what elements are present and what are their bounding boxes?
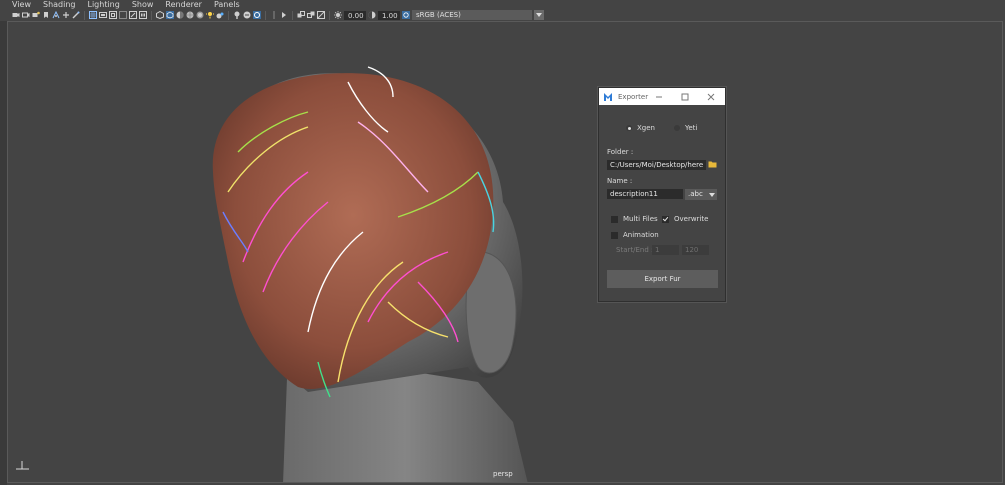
overwrite-checkbox[interactable]: Overwrite <box>662 215 708 223</box>
perspective-viewport[interactable]: persp <box>7 21 1003 483</box>
use-all-lights-icon[interactable] <box>196 11 204 19</box>
close-button[interactable] <box>701 88 721 105</box>
exposure-icon[interactable] <box>334 11 342 19</box>
multi-files-label: Multi Files <box>623 215 658 223</box>
color-management-icon[interactable] <box>402 11 410 19</box>
backface-culling-icon[interactable] <box>307 11 315 19</box>
name-input[interactable]: description11 <box>607 189 683 199</box>
toolbar-separator <box>292 10 293 20</box>
motion-blur-icon[interactable] <box>233 11 241 19</box>
screen-space-ao-icon[interactable] <box>216 11 224 19</box>
yeti-radio[interactable]: Yeti <box>674 124 697 132</box>
menu-shading[interactable]: Shading <box>37 0 82 9</box>
default-material-icon[interactable] <box>176 11 184 19</box>
smooth-shade-icon[interactable] <box>166 11 174 19</box>
viewport-toolbar: 0.00 1.00 sRGB (ACES) <box>0 9 1005 21</box>
folder-browse-icon[interactable] <box>708 160 717 168</box>
close-icon <box>707 93 715 100</box>
gamma-field[interactable]: 1.00 <box>378 10 400 20</box>
camera-name-label: persp <box>493 470 513 478</box>
xgen-radio-indicator[interactable] <box>626 125 632 131</box>
overscan-icon[interactable] <box>129 11 137 19</box>
toolbar-separator <box>84 10 85 20</box>
animation-label: Animation <box>623 231 659 239</box>
maximize-button[interactable] <box>675 88 695 105</box>
menu-panels[interactable]: Panels <box>208 0 246 9</box>
maximize-icon <box>681 93 689 100</box>
colorspace-dropdown[interactable]: sRGB (ACES) <box>412 10 532 20</box>
overwrite-check-indicator[interactable] <box>662 215 669 223</box>
viewport-menubar: View Shading Lighting Show Renderer Pane… <box>0 0 1005 9</box>
menu-show[interactable]: Show <box>126 0 160 9</box>
bookmark-icon[interactable] <box>32 11 40 19</box>
toolbar-separator <box>265 10 266 20</box>
colorspace-value: sRGB (ACES) <box>416 11 461 19</box>
xgen-radio[interactable]: Xgen <box>626 124 655 132</box>
axis-gizmo-icon <box>16 461 29 470</box>
shadows-icon[interactable] <box>206 11 214 19</box>
animation-check-indicator[interactable] <box>611 231 618 239</box>
chevron-down-icon <box>706 189 717 200</box>
field-chart-icon[interactable] <box>99 11 107 19</box>
xgen-radio-label: Xgen <box>637 124 655 132</box>
end-frame-input[interactable]: 120 <box>682 245 709 255</box>
xray-joints-icon[interactable] <box>297 11 305 19</box>
exporter-title: Exporter <box>618 92 649 101</box>
menu-renderer[interactable]: Renderer <box>159 0 208 9</box>
image-plane-icon[interactable] <box>42 11 50 19</box>
grid-icon[interactable] <box>52 11 60 19</box>
exposure-field[interactable]: 0.00 <box>344 10 366 20</box>
extension-dropdown[interactable]: .abc <box>685 189 717 200</box>
hud-icon[interactable] <box>317 11 325 19</box>
depth-of-field-icon[interactable] <box>253 11 261 19</box>
film-gate-icon[interactable] <box>62 11 70 19</box>
left-gutter <box>0 21 7 485</box>
multi-files-checkbox[interactable]: Multi Files <box>611 215 658 223</box>
name-label: Name : <box>607 177 633 185</box>
export-fur-button[interactable]: Export Fur <box>607 270 718 288</box>
extension-value: .abc <box>688 190 703 198</box>
gate-mask-icon[interactable] <box>89 11 97 19</box>
textured-icon[interactable] <box>186 11 194 19</box>
yeti-radio-indicator[interactable] <box>674 125 680 131</box>
maya-logo-icon <box>604 92 612 101</box>
gamma-icon[interactable] <box>368 11 376 19</box>
menu-view[interactable]: View <box>0 0 37 9</box>
folder-path-input[interactable]: C:/Users/Moi/Desktop/here <box>607 160 706 170</box>
toolbar-separator <box>151 10 152 20</box>
scene-render <box>212 66 528 482</box>
xray-icon[interactable] <box>280 11 288 19</box>
toolbar-separator <box>228 10 229 20</box>
yeti-radio-label: Yeti <box>685 124 698 132</box>
isolate-select-icon[interactable] <box>270 11 278 19</box>
multi-files-check-indicator[interactable] <box>611 215 618 223</box>
minimize-button[interactable] <box>649 88 669 105</box>
safe-action-icon[interactable] <box>109 11 117 19</box>
resolution-gate-icon[interactable] <box>72 11 80 19</box>
wireframe-icon[interactable] <box>156 11 164 19</box>
anti-aliasing-icon[interactable] <box>243 11 251 19</box>
animation-checkbox[interactable]: Animation <box>611 231 659 239</box>
start-frame-input[interactable]: 1 <box>652 245 679 255</box>
camera-icon[interactable] <box>12 11 20 19</box>
safe-title-icon[interactable] <box>119 11 127 19</box>
chevron-down-icon[interactable] <box>534 10 544 20</box>
overwrite-label: Overwrite <box>674 215 709 223</box>
exporter-titlebar[interactable]: Exporter <box>599 88 725 105</box>
minimize-icon <box>656 96 662 97</box>
resolution-icon[interactable] <box>139 11 147 19</box>
toolbar-separator <box>329 10 330 20</box>
start-end-label: Start/End : <box>616 246 654 254</box>
folder-label: Folder : <box>607 148 634 156</box>
exporter-window: Exporter Xgen Yeti Folder : C:/Users/Moi… <box>598 87 726 302</box>
menu-lighting[interactable]: Lighting <box>81 0 125 9</box>
camera-attributes-icon[interactable] <box>22 11 30 19</box>
